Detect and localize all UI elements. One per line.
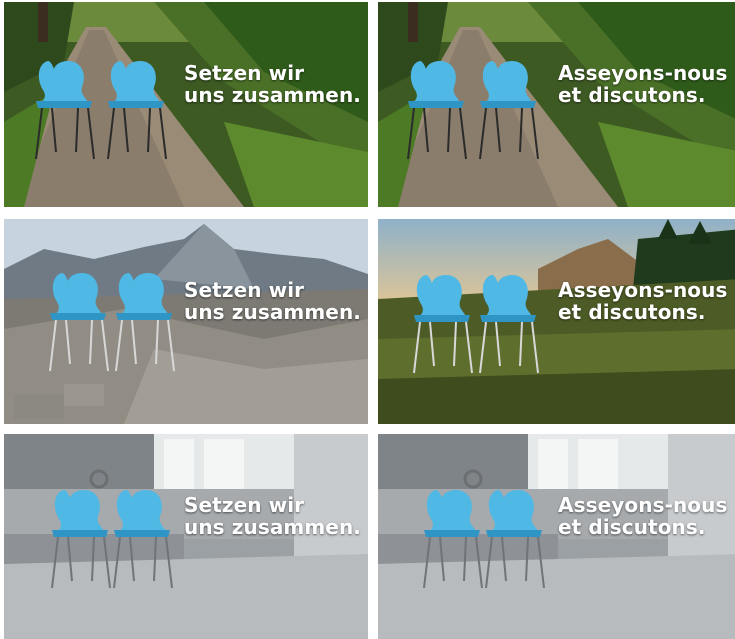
caption-line-1: Asseyons-nous [558, 278, 728, 302]
caption-line-1: Setzen wir [184, 493, 305, 517]
caption-line-1: Asseyons-nous [558, 493, 728, 517]
right-chair [102, 57, 172, 162]
caption-line-1: Asseyons-nous [558, 61, 728, 85]
caption: Asseyons-nous et discutons. [558, 494, 728, 538]
left-chair [30, 57, 100, 162]
caption: Asseyons-nous et discutons. [558, 279, 728, 323]
caption: Setzen wir uns zusammen. [184, 279, 361, 323]
left-chair [46, 486, 116, 591]
caption-line-2: et discutons. [558, 515, 706, 539]
right-chair [474, 271, 544, 376]
photo-tile-room-de: Setzen wir uns zusammen. [4, 434, 368, 639]
left-chair [408, 271, 478, 376]
caption-line-2: et discutons. [558, 300, 706, 324]
right-chair [474, 57, 544, 162]
photo-tile-forest-fr: Asseyons-nous et discutons. [378, 2, 735, 207]
caption-line-2: uns zusammen. [184, 300, 362, 324]
photo-tile-forest-de: Setzen wir uns zusammen. [4, 2, 368, 207]
left-chair [44, 269, 114, 374]
caption-line-2: uns zusammen. [184, 515, 362, 539]
caption: Setzen wir uns zusammen. [184, 62, 361, 106]
right-chair [480, 486, 550, 591]
photo-tile-mountains-de: Setzen wir uns zusammen. [4, 219, 368, 424]
photo-tile-room-fr: Asseyons-nous et discutons. [378, 434, 735, 639]
photo-tile-meadow-fr: Asseyons-nous et discutons. [378, 219, 735, 424]
caption-line-2: et discutons. [558, 83, 706, 107]
left-chair [418, 486, 488, 591]
caption-line-1: Setzen wir [184, 278, 305, 302]
caption-line-1: Setzen wir [184, 61, 305, 85]
caption: Setzen wir uns zusammen. [184, 494, 361, 538]
right-chair [108, 486, 178, 591]
caption-line-2: uns zusammen. [184, 83, 362, 107]
right-chair [110, 269, 180, 374]
caption: Asseyons-nous et discutons. [558, 62, 728, 106]
left-chair [402, 57, 472, 162]
